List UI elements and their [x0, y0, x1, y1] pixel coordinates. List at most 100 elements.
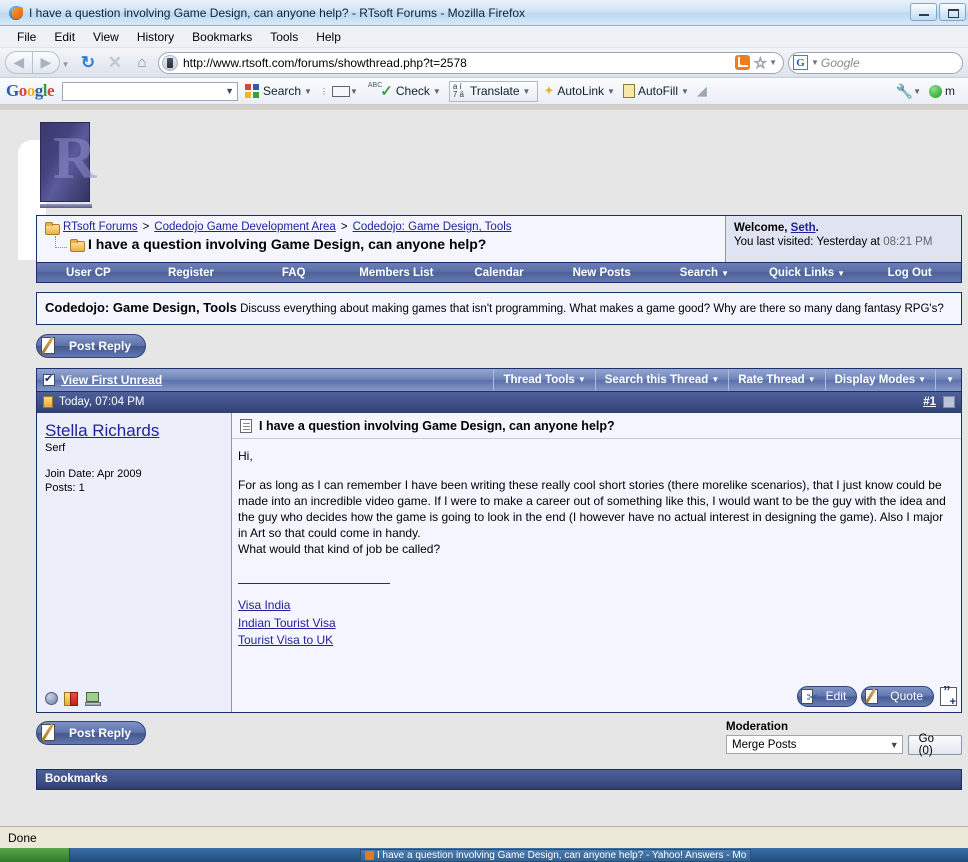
search-engine-dropdown-icon[interactable]: ▼ — [811, 58, 819, 67]
checkbox-icon[interactable] — [43, 372, 55, 386]
google-popup-blocker[interactable]: ⋮ ▼ — [320, 85, 362, 97]
bookmark-star-icon[interactable]: ☆ — [753, 54, 767, 72]
more-options-menu[interactable]: ▼ — [935, 368, 961, 391]
maximize-button[interactable] — [939, 3, 966, 21]
moderation-go-button[interactable]: Go (0) — [907, 733, 962, 757]
post-reply-icon — [40, 723, 63, 745]
quote-button[interactable]: Quote — [861, 685, 934, 709]
welcome-username-link[interactable]: Seth — [791, 222, 816, 234]
google-search-input[interactable]: ▼ — [62, 81, 239, 101]
author-action-icons — [45, 691, 101, 706]
chevron-down-icon[interactable]: ▼ — [607, 87, 615, 96]
google-autolink-button[interactable]: ✦ AutoLink ▼ — [543, 83, 619, 99]
google-multicolor-icon — [245, 83, 260, 99]
abc-label-icon: ABC — [367, 81, 383, 89]
post-number-link[interactable]: #1 — [923, 396, 936, 408]
chevron-down-icon[interactable]: ▼ — [304, 87, 312, 96]
menu-help[interactable]: Help — [307, 28, 350, 46]
display-modes-menu[interactable]: Display Modes ▼ — [824, 368, 935, 391]
google-status-indicator[interactable]: m — [929, 84, 958, 98]
rtsoft-logo[interactable]: R — [40, 118, 96, 208]
eraser-icon: ◢ — [696, 83, 707, 98]
google-translate-button[interactable]: a í7 ä Translate ▼ — [448, 80, 539, 102]
chevron-down-icon[interactable]: ▼ — [890, 740, 899, 750]
post-select-checkbox[interactable] — [943, 396, 955, 409]
nav-item-user-cp[interactable]: User CP — [37, 267, 140, 279]
nav-item-log-out[interactable]: Log Out — [858, 267, 961, 279]
address-bar[interactable]: http://www.rtsoft.com/forums/showthread.… — [158, 51, 784, 74]
bottom-action-bar: Post Reply Moderation Merge Posts ▼ Go (… — [36, 720, 962, 757]
stop-button[interactable]: ✕ — [102, 50, 128, 76]
thread-tools-menu[interactable]: Thread Tools ▼ — [493, 368, 594, 391]
start-button[interactable] — [0, 848, 70, 862]
menu-edit[interactable]: Edit — [45, 28, 84, 46]
google-eraser-button[interactable]: ◢ — [697, 83, 707, 99]
home-button[interactable]: ⌂ — [129, 50, 155, 76]
forum-description-title: Codedojo: Game Design, Tools — [45, 300, 237, 315]
chevron-down-icon[interactable]: ▼ — [523, 87, 531, 96]
post-reply-button-top[interactable]: Post Reply — [36, 333, 147, 358]
edit-button[interactable]: ✂ Edit — [796, 685, 858, 709]
nav-item-new-posts[interactable]: New Posts — [550, 267, 653, 279]
signature-divider — [238, 583, 390, 585]
chevron-down-icon[interactable]: ▼ — [913, 87, 921, 96]
multi-quote-icon[interactable] — [940, 683, 957, 708]
signature-link-visa-india[interactable]: Visa India — [238, 597, 951, 614]
post-message-body: Hi, For as long as I can remember I have… — [232, 439, 961, 682]
chevron-down-icon[interactable]: ▼ — [350, 87, 358, 96]
google-search-button[interactable]: Search ▼ — [245, 83, 316, 99]
menu-view[interactable]: View — [84, 28, 128, 46]
search-this-thread-menu[interactable]: Search this Thread ▼ — [594, 368, 728, 391]
author-name-link[interactable]: Stella Richards — [45, 421, 159, 440]
rate-thread-menu[interactable]: Rate Thread ▼ — [728, 368, 824, 391]
bookmark-dropdown-icon[interactable]: ▼ — [769, 58, 777, 67]
google-check-button[interactable]: ABC ✓ Check ▼ — [366, 81, 445, 101]
nav-item-members-list[interactable]: Members List — [345, 267, 448, 279]
taskbar-item[interactable]: I have a question involving Game Design,… — [360, 848, 752, 862]
online-status-icon[interactable] — [45, 692, 58, 706]
history-dropdown-icon[interactable]: ▼ — [60, 51, 71, 74]
breadcrumb-separator: > — [340, 221, 348, 233]
folder-icon — [70, 238, 85, 252]
forward-button[interactable]: ▶ — [32, 51, 61, 74]
green-status-icon — [929, 84, 942, 98]
moderation-select[interactable]: Merge Posts ▼ — [726, 735, 903, 755]
breadcrumb-link-forums[interactable]: RTsoft Forums — [63, 221, 138, 233]
post-reply-label: Post Reply — [69, 725, 132, 740]
search-input[interactable]: Google — [821, 56, 860, 70]
status-bar: Done — [0, 826, 968, 848]
menu-history[interactable]: History — [128, 28, 183, 46]
nav-item-search[interactable]: Search ▼ — [653, 267, 756, 279]
minimize-button[interactable] — [910, 3, 937, 21]
moderation-label: Moderation — [726, 720, 788, 733]
nav-item-faq[interactable]: FAQ — [242, 267, 345, 279]
menu-tools[interactable]: Tools — [261, 28, 307, 46]
view-first-unread-link[interactable]: View First Unread — [61, 373, 162, 387]
menu-bookmarks[interactable]: Bookmarks — [183, 28, 261, 46]
chevron-down-icon: ▼ — [577, 375, 586, 385]
profile-card-icon[interactable] — [64, 691, 79, 706]
view-first-unread[interactable]: View First Unread — [37, 369, 493, 391]
breadcrumb-link-subforum[interactable]: Codedojo: Game Design, Tools — [353, 221, 512, 233]
nav-item-quick-links[interactable]: Quick Links ▼ — [756, 267, 859, 279]
post-reply-button-bottom[interactable]: Post Reply — [36, 720, 147, 745]
google-toolbar: Google ▼ Search ▼ ⋮ ▼ ABC ✓ Check ▼ a í7… — [0, 78, 968, 105]
reload-button[interactable]: ↻ — [75, 50, 101, 76]
nav-item-register[interactable]: Register — [140, 267, 243, 279]
signature-link-tourist-visa-uk[interactable]: Tourist Visa to UK — [238, 632, 951, 649]
google-settings-button[interactable]: 🔧 ▼ — [896, 83, 925, 100]
send-message-icon[interactable] — [85, 691, 101, 706]
google-autofill-button[interactable]: AutoFill ▼ — [622, 84, 693, 98]
nav-item-calendar[interactable]: Calendar — [448, 267, 551, 279]
chevron-down-icon: ▼ — [807, 375, 816, 385]
breadcrumb-link-area[interactable]: Codedojo Game Development Area — [154, 221, 336, 233]
rss-feed-icon[interactable] — [734, 55, 750, 70]
search-engine-icon[interactable]: G — [793, 55, 808, 70]
signature-link-indian-tourist-visa[interactable]: Indian Tourist Visa — [238, 615, 951, 632]
back-button[interactable]: ◀ — [5, 51, 33, 74]
chevron-down-icon[interactable]: ▼ — [433, 87, 441, 96]
window-title: I have a question involving Game Design,… — [29, 5, 526, 20]
chevron-down-icon[interactable]: ▼ — [681, 87, 689, 96]
menu-file[interactable]: File — [8, 28, 45, 46]
search-bar[interactable]: G ▼ Google — [788, 51, 963, 74]
